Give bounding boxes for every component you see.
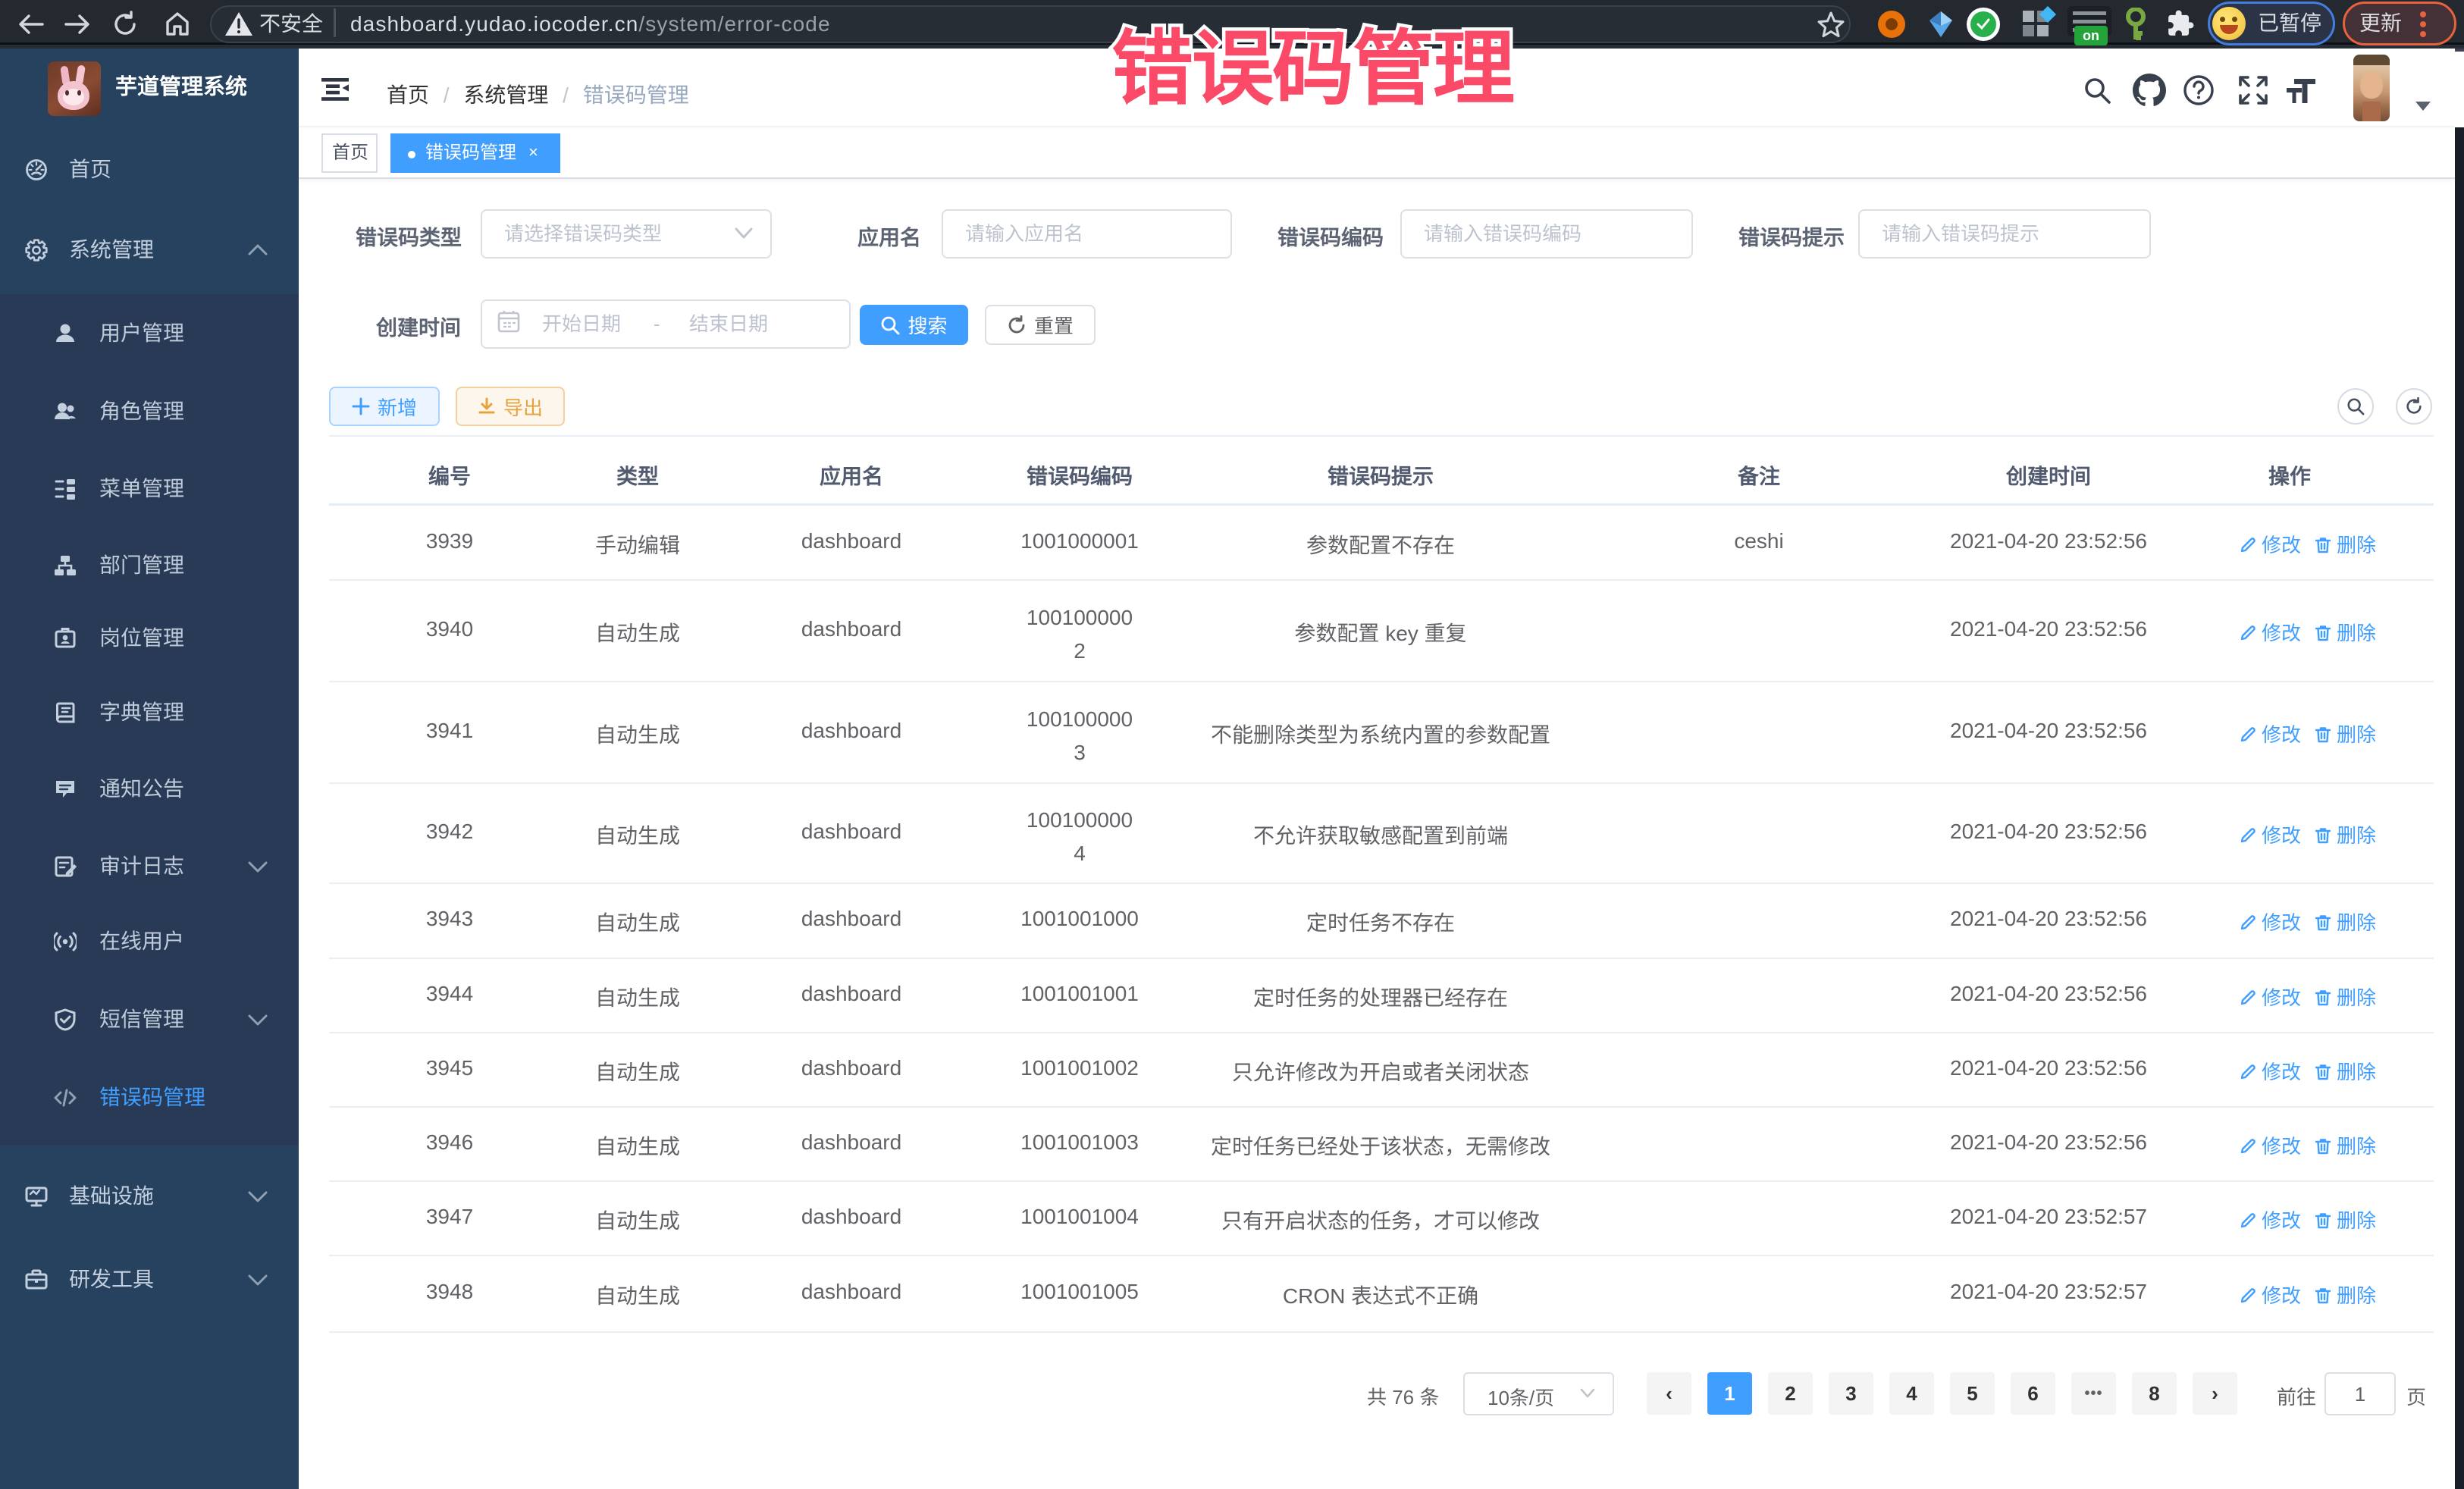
svg-text:错误码管理: 错误码管理 (1111, 23, 1514, 114)
